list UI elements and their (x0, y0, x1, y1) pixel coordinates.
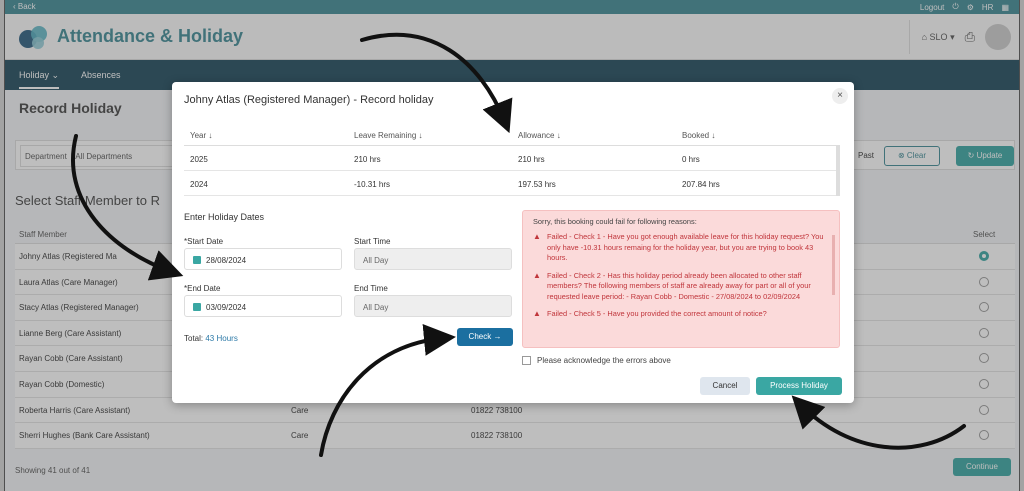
remaining-cell: -10.31 hrs (354, 180, 391, 189)
summary-row: 2024 -10.31 hrs 197.53 hrs 207.84 hrs (184, 171, 840, 196)
col-booked[interactable]: Booked ↓ (682, 131, 715, 140)
start-time-field[interactable]: All Day (354, 248, 512, 270)
warning-icon: ▲ (533, 309, 541, 318)
error-item: ▲ Failed - Check 1 - Have you got enough … (533, 232, 829, 264)
acknowledge-checkbox[interactable]: Please acknowledge the errors above (522, 356, 671, 365)
modal-title: Johny Atlas (Registered Manager) - Recor… (184, 94, 434, 106)
close-icon[interactable]: × (832, 88, 848, 104)
cancel-button[interactable]: Cancel (700, 377, 750, 395)
checkbox-box[interactable] (522, 356, 531, 365)
allowance-cell: 210 hrs (518, 155, 545, 164)
error-text: Failed - Check 1 - Have you got enough a… (547, 232, 824, 262)
leave-summary-table: Year ↓ Leave Remaining ↓ Allowance ↓ Boo… (184, 122, 840, 196)
start-date-label: *Start Date (184, 237, 224, 246)
end-time-label: End Time (354, 284, 388, 293)
process-holiday-button[interactable]: Process Holiday (756, 377, 842, 395)
remaining-cell: 210 hrs (354, 155, 381, 164)
error-panel: Sorry, this booking could fail for follo… (522, 210, 840, 348)
calendar-icon (193, 256, 201, 264)
warning-icon: ▲ (533, 270, 541, 280)
error-scrollbar[interactable] (832, 235, 835, 295)
calendar-icon (193, 303, 201, 311)
booked-cell: 0 hrs (682, 155, 700, 164)
total-hours: Total: 43 Hours (184, 334, 238, 343)
error-item: ▲ Failed - Check 5 - Have you provided th… (533, 309, 829, 320)
allowance-cell: 197.53 hrs (518, 180, 556, 189)
enter-dates-heading: Enter Holiday Dates (184, 212, 265, 222)
col-allowance[interactable]: Allowance ↓ (518, 131, 561, 140)
year-cell: 2024 (190, 180, 208, 189)
col-year[interactable]: Year ↓ (190, 131, 212, 140)
warning-icon: ▲ (533, 232, 541, 241)
total-value: 43 Hours (205, 334, 238, 343)
check-button[interactable]: Check → (457, 328, 513, 346)
total-label: Total: (184, 334, 204, 343)
summary-row: 2025 210 hrs 210 hrs 0 hrs (184, 146, 840, 171)
booked-cell: 207.84 hrs (682, 180, 720, 189)
acknowledge-label: Please acknowledge the errors above (537, 356, 671, 365)
summary-scrollbar[interactable] (836, 146, 840, 196)
record-holiday-modal: Johny Atlas (Registered Manager) - Recor… (172, 82, 854, 403)
error-item: ▲ Failed - Check 2 - Has this holiday per… (533, 271, 829, 303)
year-cell: 2025 (190, 155, 208, 164)
end-date-value: 03/09/2024 (206, 303, 247, 312)
end-time-field[interactable]: All Day (354, 295, 512, 317)
start-date-field[interactable]: 28/08/2024 (184, 248, 342, 270)
error-heading: Sorry, this booking could fail for follo… (533, 217, 697, 226)
error-text: Failed - Check 2 - Has this holiday peri… (547, 270, 811, 301)
error-text: Failed - Check 5 - Have you provided the… (547, 309, 767, 318)
start-time-label: Start Time (354, 237, 391, 246)
start-date-value: 28/08/2024 (206, 256, 247, 265)
col-leave-remaining[interactable]: Leave Remaining ↓ (354, 131, 422, 140)
end-date-field[interactable]: 03/09/2024 (184, 295, 342, 317)
end-date-label: *End Date (184, 284, 221, 293)
summary-header: Year ↓ Leave Remaining ↓ Allowance ↓ Boo… (184, 122, 840, 146)
